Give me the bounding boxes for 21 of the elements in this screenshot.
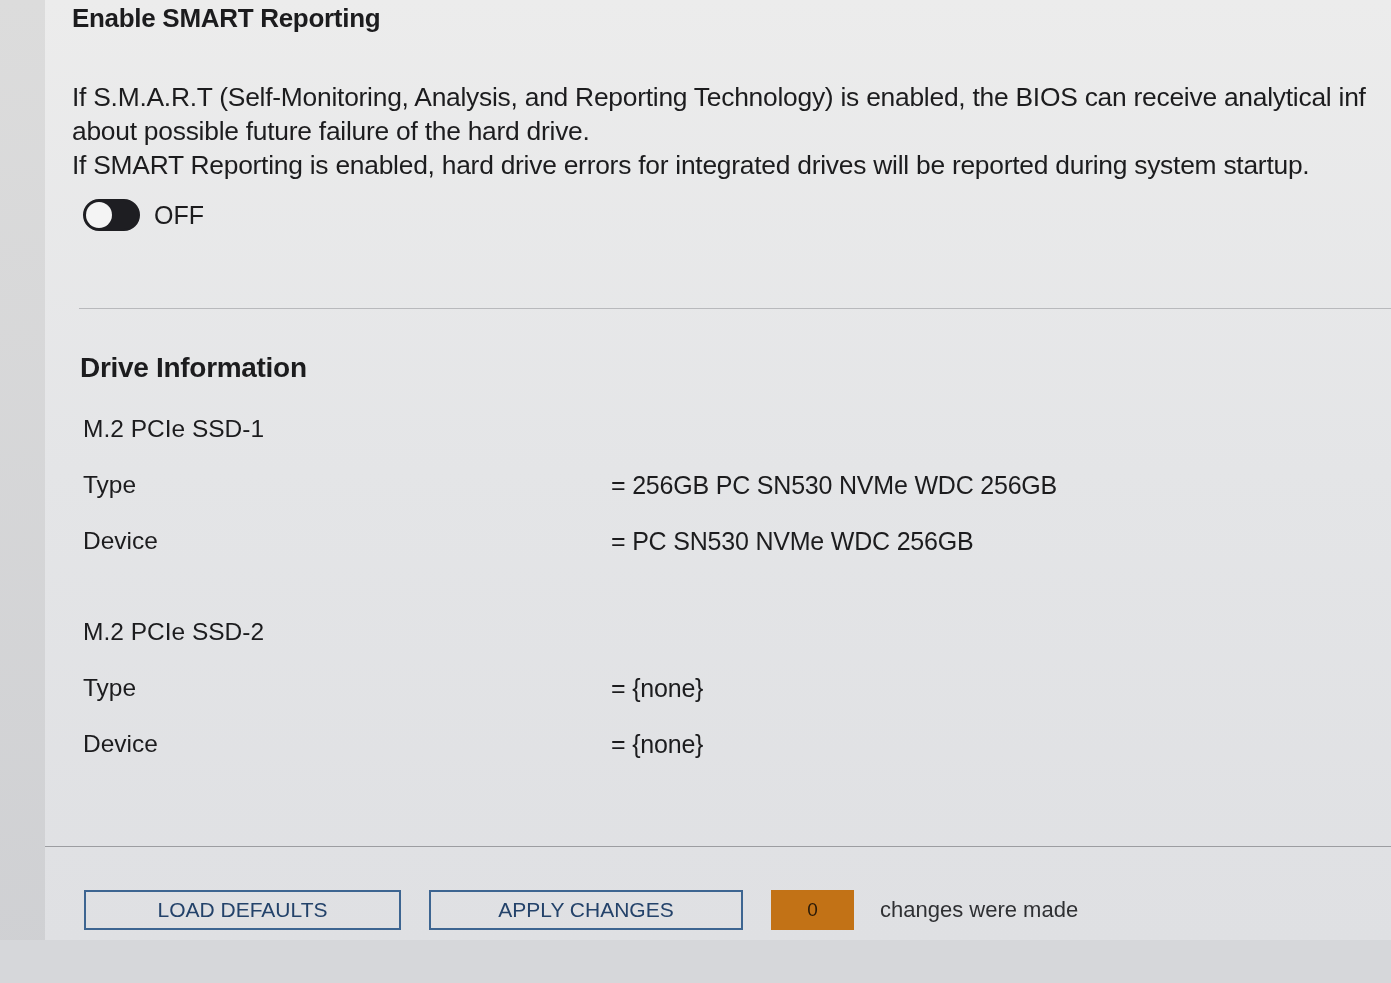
description-text: If S.M.A.R.T (Self-Monitoring, Analysis, and Reporting Technology) is enabled, the BIOS can receive analytical inf [72,82,1366,112]
footer-button[interactable]: APPLY CHANGES [429,890,743,930]
description-text: about possible future failure of the hard drive. [72,116,590,146]
field-value: = PC SN530 NVMe WDC 256GB [611,526,974,557]
field-value: = {none} [611,673,704,704]
section-title: Enable SMART Reporting [72,2,381,35]
toggle-label: OFF [154,200,204,231]
footer-button[interactable]: LOAD DEFAULTS [84,890,401,930]
drive-name: M.2 PCIe SSD-2 [83,617,265,647]
field-value: = {none} [611,729,704,760]
drive-name: M.2 PCIe SSD-1 [83,414,265,444]
field-label: Type [83,673,137,703]
toggle-switch[interactable] [83,199,140,231]
description-text: If SMART Reporting is enabled, hard drive errors for integrated drives will be reported during system startup. [72,150,1310,180]
field-label: Device [83,729,158,759]
section-title: Drive Information [80,351,307,385]
change-counter: 0 [771,890,854,930]
changes-text: changes were made [880,897,1079,923]
field-label: Type [83,470,137,500]
field-value: = 256GB PC SN530 NVMe WDC 256GB [611,470,1058,501]
field-label: Device [83,526,158,556]
